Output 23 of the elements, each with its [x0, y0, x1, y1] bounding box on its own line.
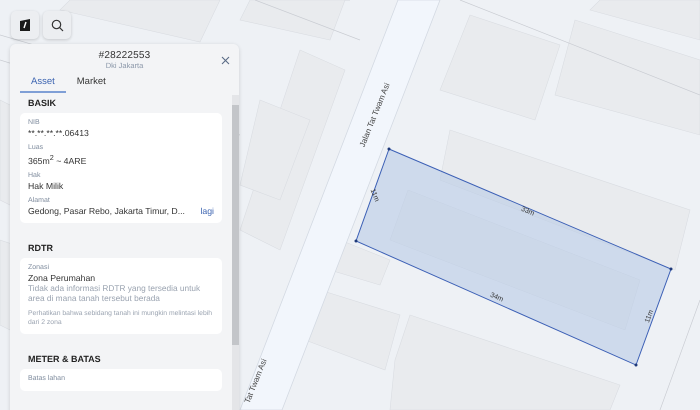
field-value: Hak Milik [28, 180, 64, 191]
close-button[interactable] [220, 55, 231, 66]
road-label: Jalan Tat Twam Asi [358, 82, 392, 148]
logo-icon [19, 19, 31, 31]
search-button[interactable] [43, 11, 71, 39]
field-value: 365m$^{2}$ ~ 4ARE [28, 153, 86, 166]
field-value: **.**.**.**.06413 [28, 128, 89, 138]
tab[interactable]: Asset [20, 74, 66, 93]
search-icon [50, 18, 64, 32]
section-heading: METER & BATAS [27, 353, 102, 366]
tab[interactable]: Market [66, 74, 117, 93]
close-icon [221, 56, 230, 65]
scrollbar-thumb[interactable] [232, 105, 239, 345]
panel-title: #28222553 [98, 50, 150, 61]
field-value: Gedong, Pasar Rebo, Jakarta Timur, D... [28, 206, 185, 216]
more-link[interactable]: lagi [200, 206, 214, 216]
section-heading: RDTR [27, 242, 54, 255]
road-label: Tat Twam Asi [242, 358, 269, 405]
field-value: Zona Perumahan [28, 272, 96, 283]
scrollbar[interactable] [232, 95, 239, 410]
section-heading: BASIK [27, 97, 58, 110]
field-description: Tidak ada informasi RDTR yang tersedia untuk area di mana tanah tersebut berada [28, 284, 202, 304]
logo-button[interactable] [11, 11, 39, 39]
